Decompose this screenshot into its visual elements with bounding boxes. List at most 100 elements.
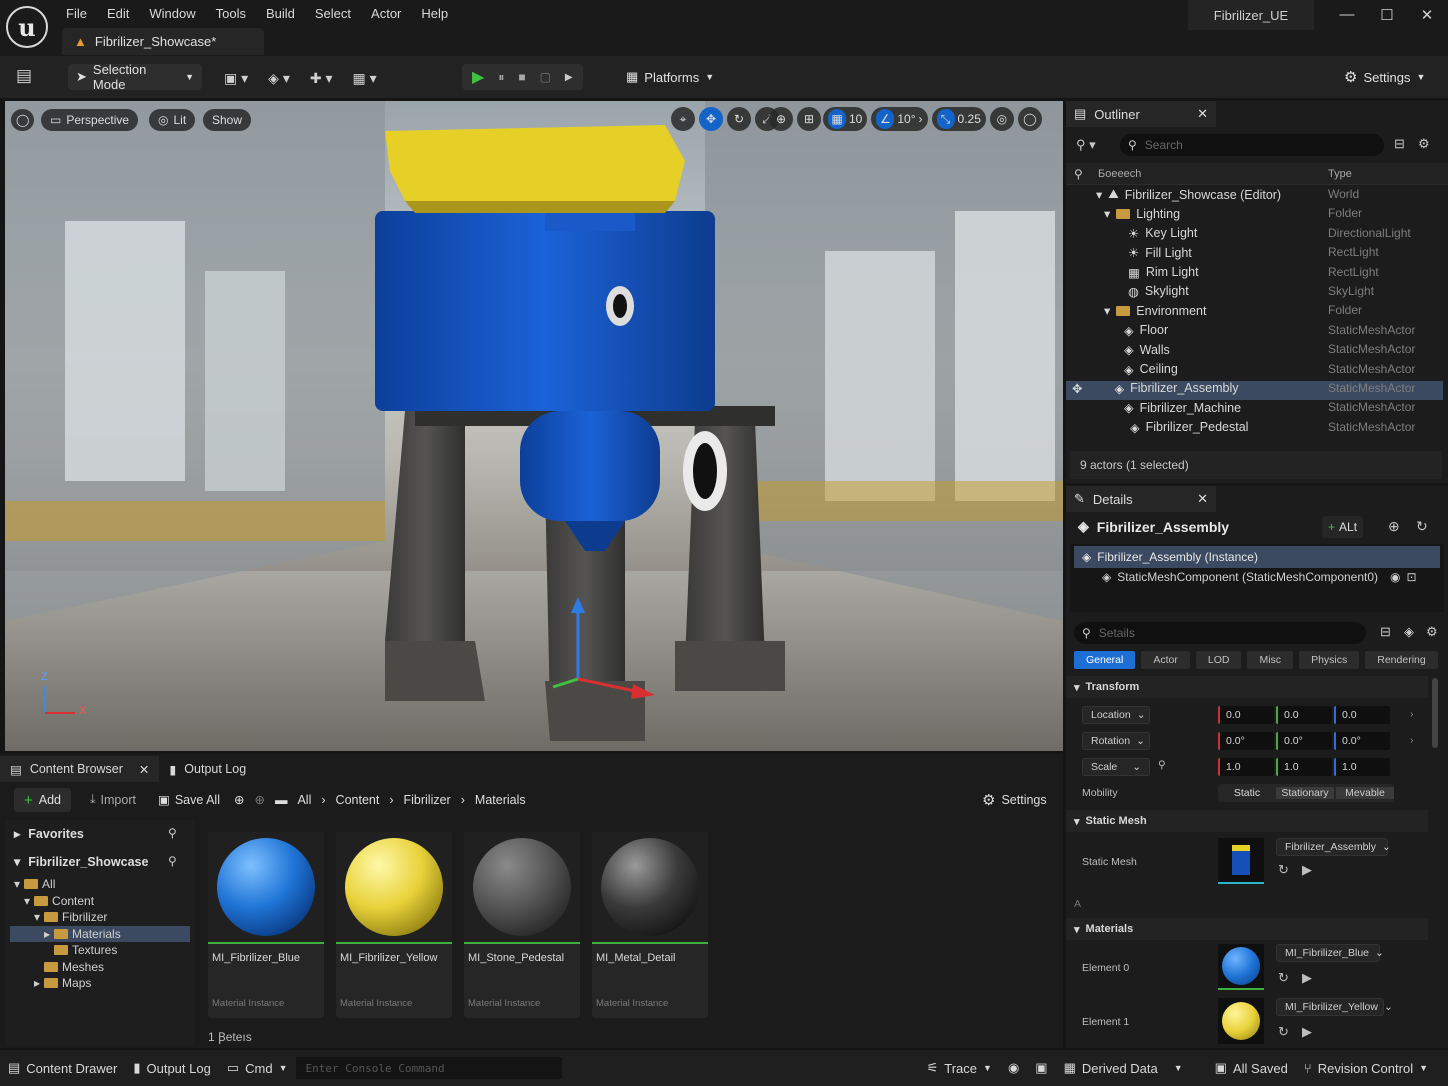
expand-arrow-icon[interactable]: ▾ [1104, 206, 1110, 221]
search-icon[interactable]: ⚲ [168, 826, 177, 840]
property-matrix-icon[interactable]: ⊟ [1380, 624, 1391, 640]
outliner-row-mesh[interactable]: ◈ Floor StaticMeshActor [1066, 323, 1443, 342]
location-x-field[interactable]: 0.0 [1218, 706, 1274, 724]
column-type[interactable]: Type [1328, 168, 1352, 180]
save-all-button[interactable]: ▣ Save All [158, 792, 220, 808]
static-mesh-picker[interactable]: Fibrilizer_Assembly ⌄ [1276, 838, 1391, 856]
outliner-row-mesh[interactable]: ◈ Ceiling StaticMeshActor [1066, 362, 1443, 381]
outliner-row-light[interactable]: ☀ Key Light DirectionalLight [1066, 226, 1443, 245]
cinematics-icon[interactable]: ▦ ▾ [353, 70, 377, 87]
add-button[interactable]: + Add [14, 788, 72, 812]
tab-lod[interactable]: LOD [1195, 651, 1242, 669]
details-search-input[interactable]: ⚲ Setails [1074, 622, 1366, 644]
menu-tools[interactable]: Tools [206, 6, 256, 21]
cmd-dropdown[interactable]: ▭ Cmd ▼ [219, 1050, 296, 1086]
content-drawer-button[interactable]: ▤ Content Drawer [0, 1050, 125, 1086]
static-mesh-section[interactable]: ▾ Static Mesh [1066, 810, 1428, 832]
add-component-button[interactable]: + ALt [1322, 516, 1364, 538]
rotation-x-field[interactable]: 0.0° [1218, 732, 1274, 750]
favorites-section[interactable]: ▸ Favorites [14, 826, 84, 842]
favorite-icon[interactable]: ◈ [1404, 624, 1414, 640]
play-icon[interactable]: ▶ [472, 67, 484, 87]
show-button[interactable]: Show [203, 109, 252, 131]
link-icon[interactable]: ⊡ [1407, 570, 1417, 584]
element0-thumbnail[interactable] [1218, 944, 1264, 990]
breadcrumb-all[interactable]: All [297, 793, 311, 807]
platforms-button[interactable]: ▦ Platforms ▼ [618, 64, 722, 90]
level-document-tab[interactable]: ▲ Fibrilizer_Showcase* [62, 28, 264, 55]
import-button[interactable]: ⤓ Import [90, 792, 136, 807]
column-label[interactable]: Боееесh [1098, 168, 1141, 180]
menu-edit[interactable]: Edit [97, 6, 139, 21]
edit-blueprint-icon[interactable]: ↻ [1416, 518, 1428, 535]
browse-icon[interactable]: ▶ [1302, 862, 1312, 878]
rotation-dropdown[interactable]: Rotation ⌄ [1082, 732, 1150, 750]
cb-settings-button[interactable]: ⚙ Settings [982, 791, 1047, 809]
menu-select[interactable]: Select [305, 6, 361, 21]
outliner-row-mesh[interactable]: ◈ Walls StaticMeshActor [1066, 342, 1443, 361]
minimize-icon[interactable]: — [1332, 6, 1362, 23]
mobility-stationary[interactable]: Stationary [1276, 787, 1334, 799]
asset-tile[interactable]: MI_Fibrilizer_Blue Material Instance [208, 832, 324, 1018]
folder-maps[interactable]: ▸ Maps [10, 975, 190, 992]
screenshot-icon[interactable]: ▣ [1027, 1050, 1055, 1086]
tab-rendering[interactable]: Rendering [1365, 651, 1438, 669]
rotate-tool-icon[interactable]: ↻ [727, 107, 751, 131]
output-log-button[interactable]: ▮ Output Log [125, 1050, 218, 1086]
outliner-row-light[interactable]: ◍ Skylight SkyLight [1066, 284, 1443, 303]
outliner-row-light[interactable]: ▦ Rim Light RectLight [1066, 265, 1443, 284]
selection-mode-button[interactable]: ➤ Selection Mode ▼ [68, 62, 202, 92]
pause-icon[interactable]: ⏸ [498, 70, 504, 85]
reset-arrow-icon[interactable]: › [1410, 708, 1414, 720]
outliner-row-selected[interactable]: ✥ ◈ Fibrilizer_Assembly StaticMeshActor [1066, 380, 1443, 401]
outliner-row-world[interactable]: ▾ ⛰ Fibrilizer_Showcase (Editor) World [1066, 187, 1443, 206]
unreal-logo-icon[interactable]: u [6, 6, 48, 48]
scale-z-field[interactable]: 1.0 [1334, 758, 1390, 776]
lit-button[interactable]: ◎ Lit [149, 109, 196, 131]
asset-tile[interactable]: MI_Metal_Detail Material Instance [592, 832, 708, 1018]
translate-tool-icon[interactable]: ✥ [699, 107, 723, 131]
rotation-z-field[interactable]: 0.0° [1334, 732, 1390, 750]
revision-control-button[interactable]: ⑂ Revision Control ▼ [1296, 1050, 1436, 1086]
outliner-row-folder[interactable]: ▾ Lighting Folder [1066, 206, 1443, 225]
scale-dropdown[interactable]: Scale ⌄ [1082, 758, 1150, 776]
pin-icon[interactable]: ⚲ [1074, 167, 1083, 181]
instance-row[interactable]: ◈ Fibrilizer_Assembly (Instance) [1074, 546, 1440, 568]
level-viewport[interactable]: Z X ◯ ▭ Perspective ◎ Lit Show ⌖ ✥ ↻ ⤢ ⊕… [5, 101, 1063, 751]
record-icon[interactable]: ◉ [1000, 1050, 1027, 1086]
tab-misc[interactable]: Misc [1247, 651, 1294, 669]
console-input[interactable]: Enter Console Command [295, 1057, 562, 1079]
transform-section[interactable]: ▾ Transform [1066, 676, 1428, 698]
element1-thumbnail[interactable] [1218, 998, 1264, 1044]
outliner-row-folder[interactable]: ▾ Environment Folder [1066, 303, 1443, 322]
element1-picker[interactable]: MI_Fibrilizer_Yellow ⌄ [1276, 998, 1393, 1016]
mobility-movable[interactable]: Mevable [1336, 787, 1394, 799]
outliner-tab[interactable]: ▤ Outliner ✕ [1066, 101, 1216, 127]
breadcrumb-content[interactable]: Content [336, 793, 380, 807]
tab-physics[interactable]: Physics [1299, 651, 1360, 669]
close-tab-icon[interactable]: ✕ [1197, 491, 1208, 507]
stop-icon[interactable]: ■ [518, 70, 525, 84]
menu-actor[interactable]: Actor [361, 6, 411, 21]
perspective-button[interactable]: ▭ Perspective [41, 109, 139, 131]
browse-icon[interactable]: ▶ [1302, 970, 1312, 986]
expand-arrow-icon[interactable]: ▾ [1096, 187, 1102, 202]
close-tab-icon[interactable]: ✕ [1197, 106, 1208, 122]
location-z-field[interactable]: 0.0 [1334, 706, 1390, 724]
expand-arrow-icon[interactable]: ▾ [1104, 303, 1110, 318]
outliner-settings-icon[interactable]: ⚙ [1418, 136, 1430, 152]
filter-icon[interactable]: ⚲ ▾ [1076, 137, 1096, 153]
details-scrollbar[interactable] [1432, 678, 1438, 748]
save-level-icon[interactable]: ▤ [16, 66, 32, 86]
location-y-field[interactable]: 0.0 [1276, 706, 1332, 724]
location-dropdown[interactable]: Location ⌄ [1082, 706, 1150, 724]
folder-meshes[interactable]: Meshes [10, 959, 190, 976]
use-selected-icon[interactable]: ↻ [1278, 1024, 1289, 1040]
close-window-icon[interactable]: ✕ [1412, 6, 1442, 24]
scale-snap-button[interactable]: ⤡ 0.25 [931, 107, 986, 131]
asset-tile[interactable]: MI_Stone_Pedestal Material Instance [464, 832, 580, 1018]
surface-snap-icon[interactable]: ⊞ [797, 107, 821, 131]
outliner-search-input[interactable]: ⚲ Search [1120, 134, 1384, 156]
rotation-y-field[interactable]: 0.0° [1276, 732, 1332, 750]
static-mesh-thumbnail[interactable] [1218, 838, 1264, 884]
